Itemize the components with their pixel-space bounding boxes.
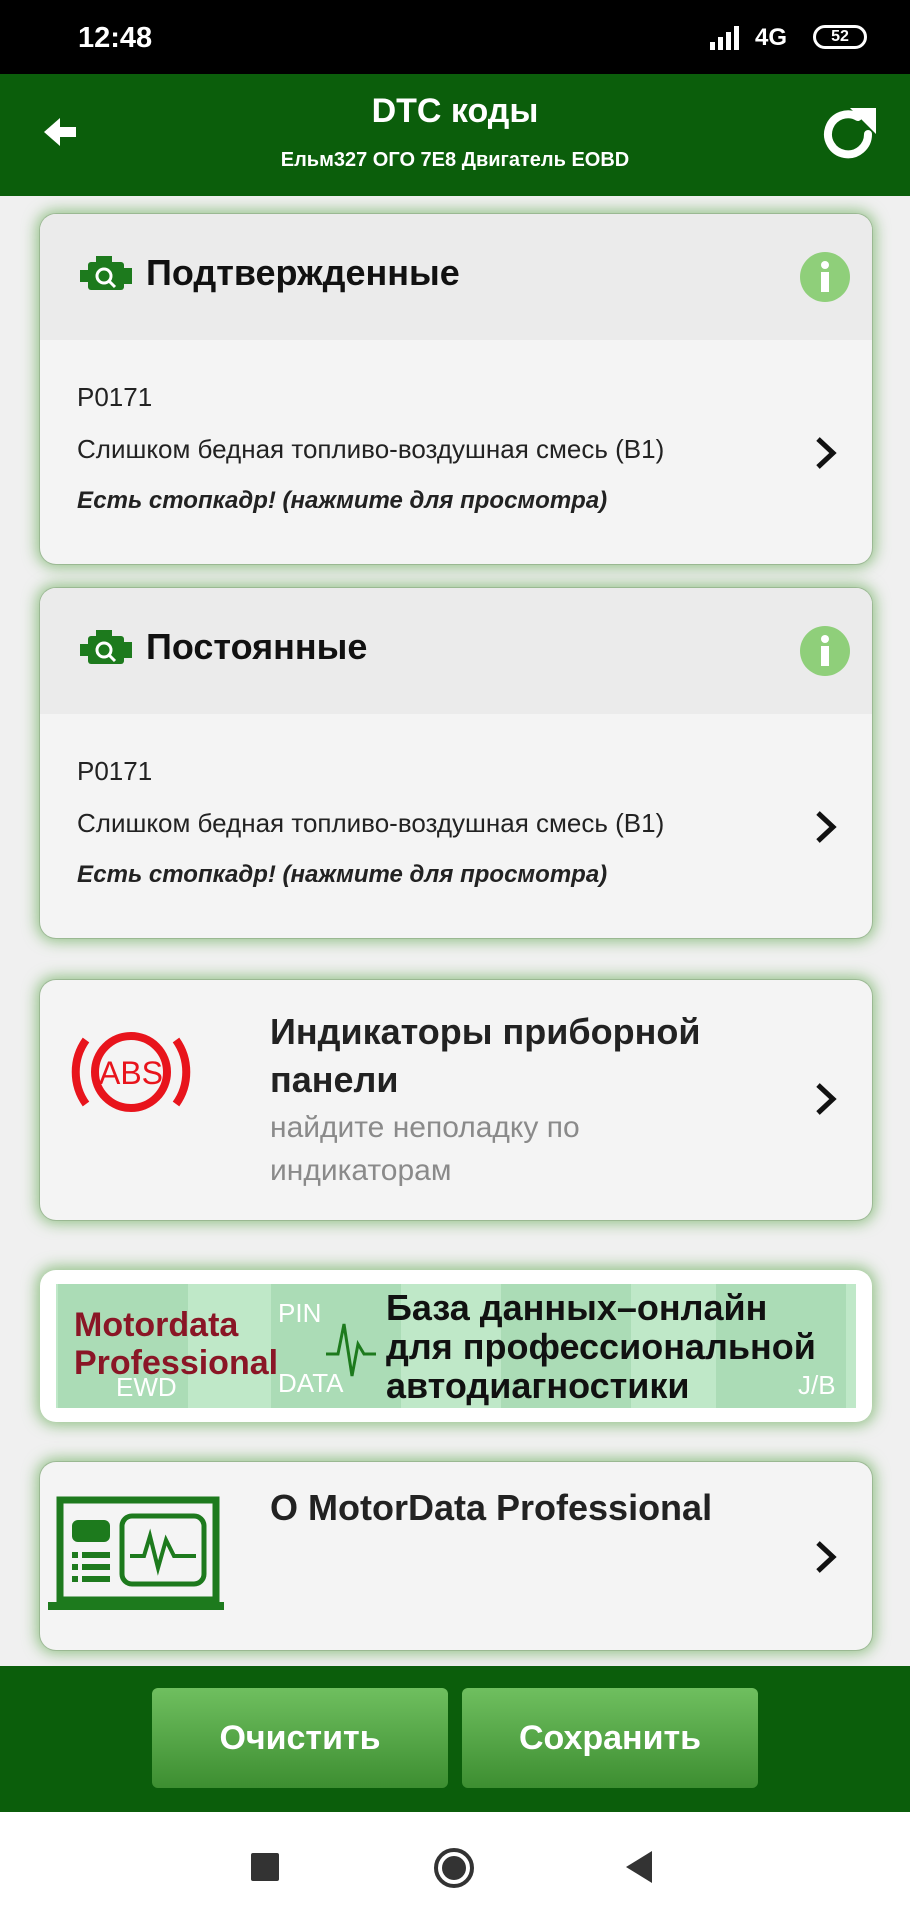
card-header: Постоянные [40, 588, 872, 714]
battery-icon: 52 [813, 25, 867, 49]
dashboard-indicators-card[interactable]: ABS Индикаторы приборной панели найдите … [40, 980, 872, 1220]
system-nav-bar [0, 1812, 910, 1920]
abs-icon-text: ABS [99, 1055, 163, 1091]
chevron-right-icon [816, 1541, 837, 1573]
indicators-subtitle: найдите неполадку по индикаторам [270, 1106, 580, 1192]
dtc-description: Слишком бедная топливо-воздушная смесь (… [77, 434, 665, 464]
confirmed-dtc-card: Подтвержденные P0171 Слишком бедная топл… [40, 214, 872, 564]
indicators-title-line: Индикаторы приборной [270, 1011, 701, 1052]
indicators-subtitle-line: найдите неполадку по [270, 1111, 580, 1144]
motordata-banner[interactable]: EWD PIN DATA J/B Motordata Professional … [40, 1270, 872, 1422]
pulse-line-icon [326, 1323, 376, 1377]
action-bar: Очистить Сохранить [0, 1666, 910, 1812]
laptop-diagnostics-icon [48, 1496, 224, 1610]
dtc-description: Слишком бедная топливо-воздушная смесь (… [77, 808, 665, 838]
refresh-icon[interactable] [820, 104, 880, 166]
banner-text-line: База данных–онлайн [386, 1287, 768, 1328]
dtc-code: P0171 [77, 756, 153, 786]
about-title: О MotorData Professional [270, 1487, 713, 1528]
status-time: 12:48 [78, 22, 153, 54]
chevron-right-icon [816, 437, 837, 469]
abs-warning-icon: ABS [71, 1032, 191, 1112]
banner-text-line: автодиагностики [386, 1365, 690, 1406]
info-icon[interactable] [800, 626, 850, 676]
chevron-right-icon [816, 1083, 837, 1115]
banner-text: База данных–онлайн для профессиональной … [386, 1288, 816, 1405]
home-icon[interactable] [432, 1846, 476, 1890]
banner-text-line: для профессиональной [386, 1326, 816, 1367]
freeze-frame-note: Есть стопкадр! (нажмите для просмотра) [77, 487, 608, 514]
chevron-right-icon [816, 811, 837, 843]
freeze-frame-note: Есть стопкадр! (нажмите для просмотра) [77, 861, 608, 888]
section-title: Постоянные [146, 626, 368, 667]
info-icon[interactable] [800, 252, 850, 302]
status-bar: 12:48 4G 52 [0, 0, 910, 74]
indicators-title-line: панели [270, 1059, 399, 1100]
indicators-title: Индикаторы приборной панели [270, 1008, 700, 1104]
banner-image: EWD PIN DATA J/B Motordata Professional … [56, 1284, 856, 1408]
save-button[interactable]: Сохранить [462, 1688, 758, 1788]
recent-apps-icon[interactable] [250, 1852, 280, 1882]
brand-line: Professional [74, 1344, 279, 1382]
page-subtitle: Ельм327 ОГО 7E8 Двигатель EOBD [280, 149, 630, 171]
brand-logo: Motordata Professional [74, 1306, 278, 1382]
dtc-code: P0171 [77, 382, 153, 412]
app-header: DTC коды Ельм327 ОГО 7E8 Двигатель EOBD [0, 74, 910, 196]
section-title: Подтвержденные [146, 252, 460, 293]
engine-icon [80, 256, 132, 290]
page-title: DTC коды [371, 92, 539, 130]
back-nav-icon[interactable] [624, 1850, 654, 1884]
banner-bg-label: PIN [278, 1298, 322, 1328]
engine-icon [80, 630, 132, 664]
clear-button[interactable]: Очистить [152, 1688, 448, 1788]
permanent-dtc-card: Постоянные P0171 Слишком бедная топливо-… [40, 588, 872, 938]
signal-icon [710, 26, 739, 50]
brand-line: Motordata [74, 1306, 239, 1344]
indicators-subtitle-line: индикаторам [270, 1154, 452, 1187]
about-card[interactable]: О MotorData Professional [40, 1462, 872, 1650]
network-type: 4G [755, 24, 788, 51]
card-header: Подтвержденные [40, 214, 872, 340]
